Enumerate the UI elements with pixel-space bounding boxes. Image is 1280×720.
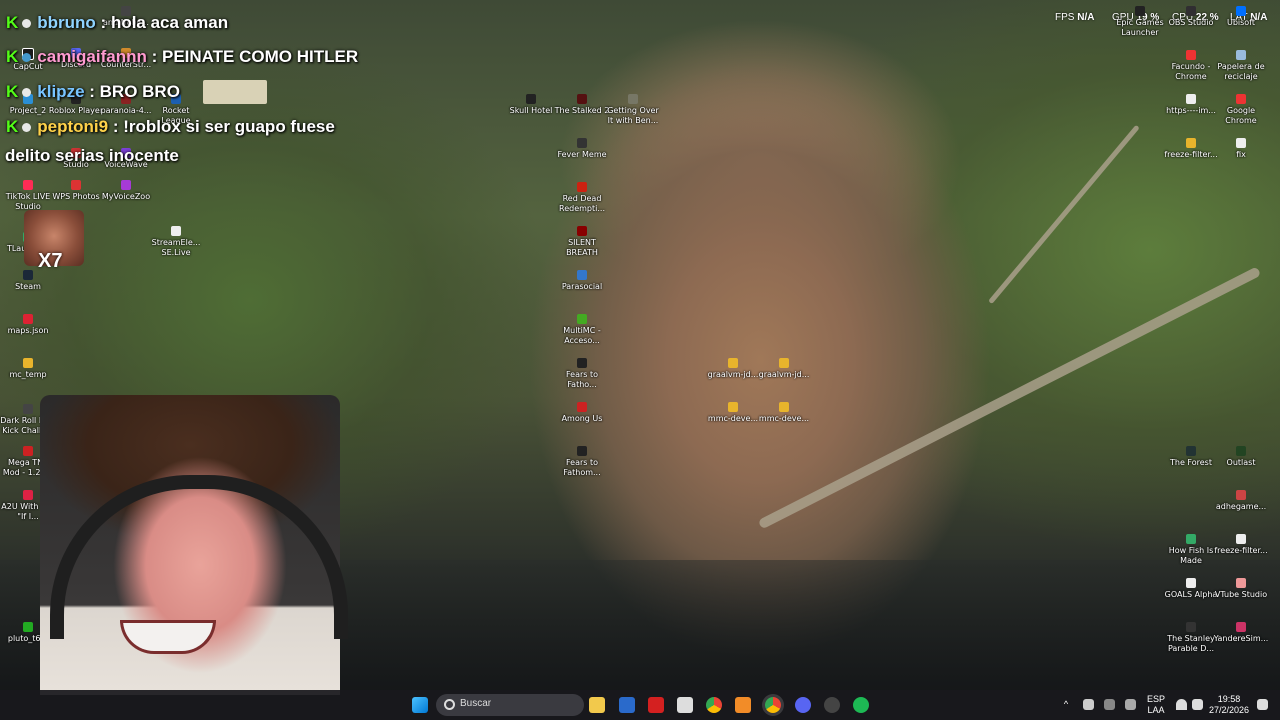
chat-text: BRO BRO	[99, 82, 180, 101]
chat-message: Kpeptoni9 : !roblox si ser guapo fuese	[6, 117, 335, 136]
desktop-icon[interactable]: Fever Meme	[554, 138, 610, 160]
headset-shape	[50, 475, 348, 639]
chat-emote	[203, 80, 267, 104]
desktop-icon[interactable]: Steam	[0, 270, 56, 292]
kick-badge-icon: K	[6, 13, 19, 32]
desktop-icon[interactable]: maps.json	[0, 314, 56, 336]
language-code: ESP	[1146, 694, 1165, 704]
microphone-icon[interactable]	[1125, 699, 1136, 710]
chat-message-continuation: delito serias inocente	[5, 146, 179, 165]
desktop-icon[interactable]: The Stalked 2	[554, 94, 610, 116]
desktop-icon[interactable]: Papelera de reciclaje	[1213, 50, 1269, 82]
desktop-icon[interactable]: WPS Photos	[48, 180, 104, 202]
fps-stat: FPS N/A	[1055, 12, 1095, 23]
desktop-icon[interactable]: Facundo - Chrome	[1163, 50, 1219, 82]
desktop-icon[interactable]: VTube Studio	[1213, 578, 1269, 600]
chrome-icon[interactable]	[706, 697, 722, 713]
chevron-up-icon[interactable]: ^	[1060, 699, 1072, 710]
face-smile-shape	[120, 620, 216, 654]
desktop-icon[interactable]: freeze-filter...	[1163, 138, 1219, 160]
store-bag-icon[interactable]	[677, 697, 693, 713]
user-badge-icon	[22, 123, 32, 133]
file-explorer-icon[interactable]	[589, 697, 605, 713]
chat-text: hola aca aman	[110, 13, 229, 32]
desktop-icon[interactable]: Among Us	[554, 402, 610, 424]
desktop-icon[interactable]: Outlast	[1213, 446, 1269, 468]
clock-date: 27/2/2026	[1209, 705, 1250, 715]
volume-icon[interactable]	[1192, 699, 1203, 710]
webcam-feed	[40, 395, 348, 695]
chat-text: PEINATE COMO HITLER	[161, 47, 359, 66]
cloud-app-icon[interactable]	[735, 697, 751, 713]
user-badge-icon	[22, 53, 32, 63]
desktop-icon[interactable]: StreamEle... SE.Live	[148, 226, 204, 258]
tray-app-icon[interactable]	[1104, 699, 1115, 710]
chat-username: klipze	[37, 82, 85, 101]
desktop-icon[interactable]: Fears to Fatho...	[554, 358, 610, 390]
clock-time: 19:58	[1217, 694, 1241, 704]
search-box[interactable]: Buscar	[436, 694, 584, 716]
desktop-icon[interactable]: How Fish Is Made	[1163, 534, 1219, 566]
desktop-icon[interactable]: GOALS Alpha	[1163, 578, 1219, 600]
desktop-icon[interactable]: graalvm-jd...	[705, 358, 761, 380]
keyboard-layout: LAA	[1147, 705, 1165, 715]
language-indicator[interactable]: ESP LAA	[1142, 694, 1170, 716]
desktop-icon[interactable]: adhegame...	[1213, 490, 1269, 512]
chat-username: peptoni9	[37, 117, 109, 136]
desktop-icon[interactable]: Getting Over It with Ben...	[605, 94, 661, 126]
taskbar: Buscar ^ ESP LAA 19:58 27/2/2026	[0, 690, 1280, 720]
desktop-icon[interactable]: Parasocial	[554, 270, 610, 292]
sticker-label: X7	[38, 250, 63, 272]
desktop-icon[interactable]: The Stanley Parable D...	[1163, 622, 1219, 654]
wallpaper-stick	[757, 266, 1262, 530]
chat-message: Kbbruno : hola aca aman	[6, 13, 229, 32]
desktop-icon[interactable]: mc_temp	[0, 358, 56, 380]
chat-text: !roblox si ser guapo fuese	[123, 117, 335, 136]
desktop-icon[interactable]: mmc-deve...	[705, 402, 761, 424]
desktop-icon[interactable]: SILENT BREATH	[554, 226, 610, 258]
desktop-icon[interactable]: MyVoiceZoo	[98, 180, 154, 202]
kick-badge-icon: K	[6, 117, 19, 136]
desktop-icon[interactable]: fix	[1213, 138, 1269, 160]
chat-username: bbruno	[37, 13, 96, 32]
chat-message: Kcamigaifannn : PEINATE COMO HITLER	[6, 47, 359, 66]
chat-username: camigaifannn	[37, 47, 147, 66]
desktop-icon[interactable]: The Forest	[1163, 446, 1219, 468]
kick-badge-icon: K	[6, 82, 19, 101]
wps-office-icon[interactable]	[648, 697, 664, 713]
clock[interactable]: 19:58 27/2/2026	[1209, 694, 1249, 716]
tray-app-icon[interactable]	[1083, 699, 1094, 710]
desktop-icon[interactable]: MultiMC - Acceso...	[554, 314, 610, 346]
desktop-icon[interactable]: Epic Games Launcher	[1112, 6, 1168, 38]
ms-store-icon[interactable]	[619, 697, 635, 713]
desktop-icon[interactable]: graalvm-jd...	[756, 358, 812, 380]
steam-icon[interactable]	[824, 697, 840, 713]
chat-message: Kklipze : BRO BRO	[6, 82, 180, 101]
search-icon	[444, 699, 455, 710]
discord-icon[interactable]	[795, 697, 811, 713]
desktop-icon[interactable]: mmc-deve...	[756, 402, 812, 424]
desktop-wallpaper: FPS N/A GPU 19 % CPU 22 % LAT N/A CapCut…	[0, 0, 1280, 720]
spotify-icon[interactable]	[853, 697, 869, 713]
chrome-active-icon[interactable]	[765, 697, 781, 713]
desktop-icon[interactable]: Google Chrome	[1213, 94, 1269, 126]
desktop-icon[interactable]: Fears to Fathom...	[554, 446, 610, 478]
user-badge-icon	[22, 88, 32, 98]
user-badge-icon	[22, 19, 32, 29]
desktop-icon[interactable]: OBS Studio	[1163, 6, 1219, 28]
wifi-icon[interactable]	[1176, 699, 1187, 710]
notification-icon[interactable]	[1257, 699, 1268, 710]
desktop-icon[interactable]: YandereSim...	[1213, 622, 1269, 644]
desktop-icon[interactable]: Red Dead Redempti...	[554, 182, 610, 214]
wallpaper-stick	[988, 124, 1140, 305]
kick-badge-icon: K	[6, 47, 19, 66]
desktop-icon[interactable]: freeze-filter...	[1213, 534, 1269, 556]
start-icon[interactable]	[412, 697, 428, 713]
search-placeholder: Buscar	[460, 698, 492, 709]
alert-sticker: X7	[24, 210, 84, 272]
desktop-icon[interactable]: Ubisoft	[1213, 6, 1269, 28]
desktop-icon[interactable]: Skull Hotel	[503, 94, 559, 116]
desktop-icon[interactable]: https----im...	[1163, 94, 1219, 116]
